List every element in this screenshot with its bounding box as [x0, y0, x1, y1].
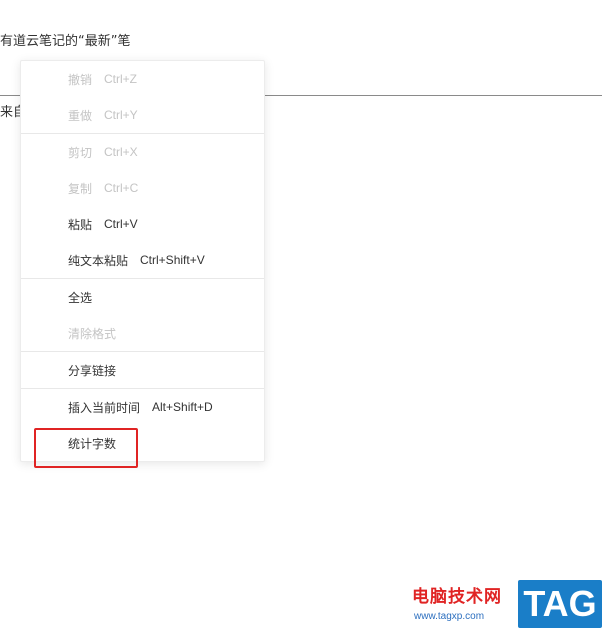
watermark-url: www.tagxp.com [414, 611, 485, 622]
menu-group-tools: 插入当前时间 Alt+Shift+D 统计字数 [21, 389, 264, 461]
menu-item-insert-current-time[interactable]: 插入当前时间 Alt+Shift+D [21, 389, 264, 425]
menu-item-label: 分享链接 [68, 363, 117, 378]
menu-item-shortcut: Ctrl+Z [104, 72, 138, 86]
watermark-tag-logo: TAG [518, 580, 602, 628]
menu-item-shortcut: Ctrl+C [104, 181, 139, 195]
menu-item-shortcut: Ctrl+Y [104, 108, 138, 122]
menu-item-label: 插入当前时间 [68, 400, 141, 415]
watermark: 电脑技术网 www.tagxp.com TAG [412, 578, 602, 633]
menu-item-label: 清除格式 [68, 326, 117, 341]
context-menu: 撤销 Ctrl+Z 重做 Ctrl+Y 剪切 Ctrl+X 复制 Ctrl+C … [20, 60, 265, 462]
menu-item-label: 纯文本粘贴 [68, 253, 129, 268]
menu-item-word-count[interactable]: 统计字数 [21, 425, 264, 461]
menu-item-share-link[interactable]: 分享链接 [21, 352, 264, 388]
menu-item-select-all[interactable]: 全选 [21, 279, 264, 315]
menu-item-label: 全选 [68, 290, 93, 305]
menu-item-label: 剪切 [68, 145, 93, 160]
menu-item-redo[interactable]: 重做 Ctrl+Y [21, 97, 264, 133]
menu-item-label: 撤销 [68, 72, 93, 87]
menu-item-copy[interactable]: 复制 Ctrl+C [21, 170, 264, 206]
menu-item-label: 统计字数 [68, 436, 117, 451]
watermark-site-name: 电脑技术网 [412, 587, 502, 607]
menu-item-paste-plain-text[interactable]: 纯文本粘贴 Ctrl+Shift+V [21, 242, 264, 278]
menu-item-paste[interactable]: 粘贴 Ctrl+V [21, 206, 264, 242]
menu-group-edit-history: 撤销 Ctrl+Z 重做 Ctrl+Y [21, 61, 264, 134]
document-title: 有道云笔记的“最新”笔 [0, 34, 131, 49]
menu-item-clear-format[interactable]: 清除格式 [21, 315, 264, 351]
menu-item-shortcut: Ctrl+X [104, 145, 138, 159]
menu-item-shortcut: Ctrl+Shift+V [140, 253, 205, 267]
menu-item-shortcut: Alt+Shift+D [152, 400, 213, 414]
menu-item-shortcut: Ctrl+V [104, 217, 138, 231]
menu-group-clipboard: 剪切 Ctrl+X 复制 Ctrl+C 粘贴 Ctrl+V 纯文本粘贴 Ctrl… [21, 134, 264, 279]
menu-item-label: 粘贴 [68, 217, 93, 232]
menu-group-selection: 全选 清除格式 [21, 279, 264, 352]
menu-group-share: 分享链接 [21, 352, 264, 389]
menu-item-label: 复制 [68, 181, 93, 196]
menu-item-cut[interactable]: 剪切 Ctrl+X [21, 134, 264, 170]
menu-item-undo[interactable]: 撤销 Ctrl+Z [21, 61, 264, 97]
menu-item-label: 重做 [68, 108, 93, 123]
